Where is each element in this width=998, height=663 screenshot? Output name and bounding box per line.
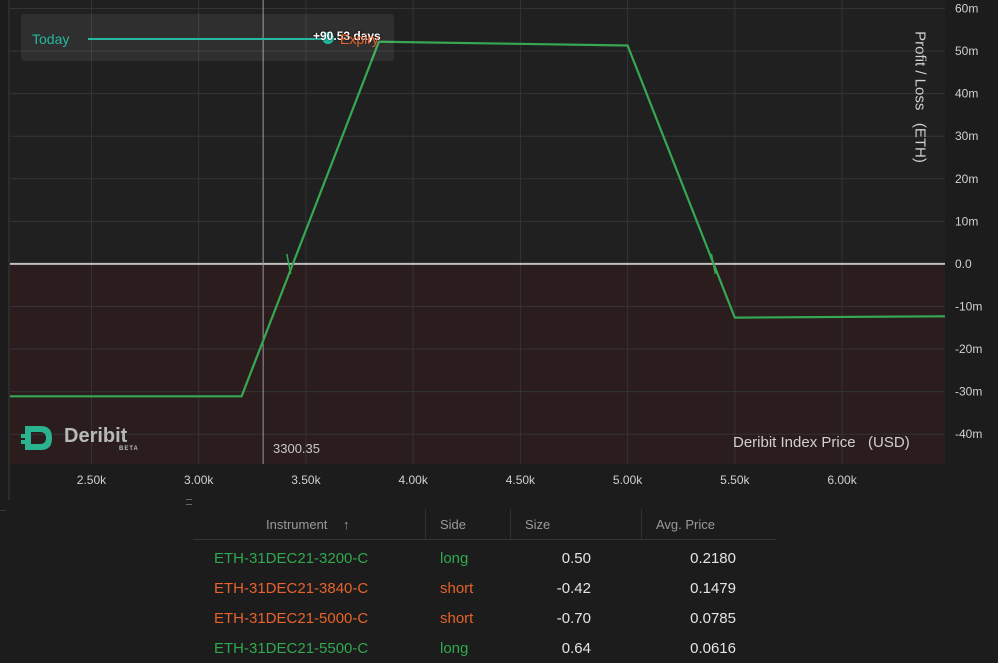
y-tick-label: 0.0 (955, 257, 972, 271)
cell-side: long (440, 640, 469, 657)
cell-side: short (440, 610, 474, 627)
cell-side: long (440, 550, 469, 567)
deribit-logo-icon (21, 426, 52, 450)
table-row[interactable]: ETH-31DEC21-3840-C short -0.42 0.1479 (193, 570, 776, 600)
deribit-logo-text: Deribit (64, 425, 128, 447)
payoff-chart: 2.50k 3.00k 3.50k 4.00k 4.50k 5.00k 5.50k 6.00k… (0, 0, 998, 500)
column-divider (641, 509, 642, 539)
x-tick-label: 5.00k (613, 473, 643, 487)
deribit-beta-badge: BETA (119, 446, 139, 452)
header-side[interactable]: Side (440, 517, 466, 532)
x-tick-label: 6.00k (827, 473, 857, 487)
y-tick-label: 10m (955, 214, 978, 228)
x-tick-label: 3.00k (184, 473, 214, 487)
table-header: Instrument ↑ Side Size Avg. Price (193, 509, 776, 540)
y-axis-title: Profit / Loss (ETH) (911, 31, 929, 163)
cell-avg-price: 0.0785 (690, 610, 736, 627)
resize-handle-icon[interactable] (186, 499, 192, 505)
table-body: ETH-31DEC21-3200-C long 0.50 0.2180 ETH-31DE… (193, 540, 776, 660)
table-row[interactable]: ETH-31DEC21-3200-C long 0.50 0.2180 (193, 540, 776, 570)
cell-instrument: ETH-31DEC21-5000-C (214, 610, 369, 627)
positions-table: Instrument ↑ Side Size Avg. Price ETH-31… (193, 509, 776, 660)
cell-avg-price: 0.1479 (690, 580, 736, 597)
header-instrument[interactable]: Instrument (266, 517, 327, 532)
header-size[interactable]: Size (525, 517, 550, 532)
cell-size: -0.42 (556, 580, 591, 597)
cell-side: short (440, 580, 474, 597)
table-row[interactable]: ETH-31DEC21-5500-C long 0.64 0.0616 (193, 630, 776, 660)
header-avg-price[interactable]: Avg. Price (656, 517, 715, 532)
time-slider[interactable]: Today +90.53 days Expiry (21, 14, 394, 61)
table-row[interactable]: ETH-31DEC21-5000-C short -0.70 0.0785 (193, 600, 776, 630)
x-tick-label: 2.50k (77, 473, 107, 487)
y-tick-label: 20m (955, 172, 978, 186)
y-tick-label: 40m (955, 87, 978, 101)
cell-avg-price: 0.0616 (690, 640, 736, 657)
slider-track[interactable] (88, 38, 327, 40)
crosshair-price-label: 3300.35 (273, 441, 320, 456)
y-tick-label: 50m (955, 44, 978, 58)
cell-instrument: ETH-31DEC21-3840-C (214, 580, 369, 597)
column-divider (425, 509, 426, 539)
column-divider (510, 509, 511, 539)
y-tick-label: 30m (955, 129, 978, 143)
slider-today-label: Today (32, 31, 70, 47)
y-tick-label: -40m (955, 427, 982, 441)
x-tick-label: 4.50k (506, 473, 536, 487)
cell-instrument: ETH-31DEC21-5500-C (214, 640, 369, 657)
cell-avg-price: 0.2180 (690, 550, 736, 567)
y-tick-label: 60m (955, 2, 978, 16)
y-tick-label: -30m (955, 385, 982, 399)
cell-size: -0.70 (556, 610, 591, 627)
x-axis-title: Deribit Index Price (USD) (733, 434, 910, 451)
x-tick-label: 3.50k (291, 473, 321, 487)
x-tick-label: 5.50k (720, 473, 750, 487)
divider (0, 510, 6, 511)
y-tick-label: -10m (955, 299, 982, 313)
cell-size: 0.50 (561, 550, 591, 567)
cell-size: 0.64 (561, 640, 591, 657)
cell-instrument: ETH-31DEC21-3200-C (214, 550, 369, 567)
slider-expiry-label: Expiry (340, 31, 379, 47)
deribit-logo: Deribit BETA (21, 418, 151, 458)
x-tick-label: 4.00k (398, 473, 428, 487)
sort-arrow-icon[interactable]: ↑ (343, 517, 350, 532)
y-tick-label: -20m (955, 342, 982, 356)
